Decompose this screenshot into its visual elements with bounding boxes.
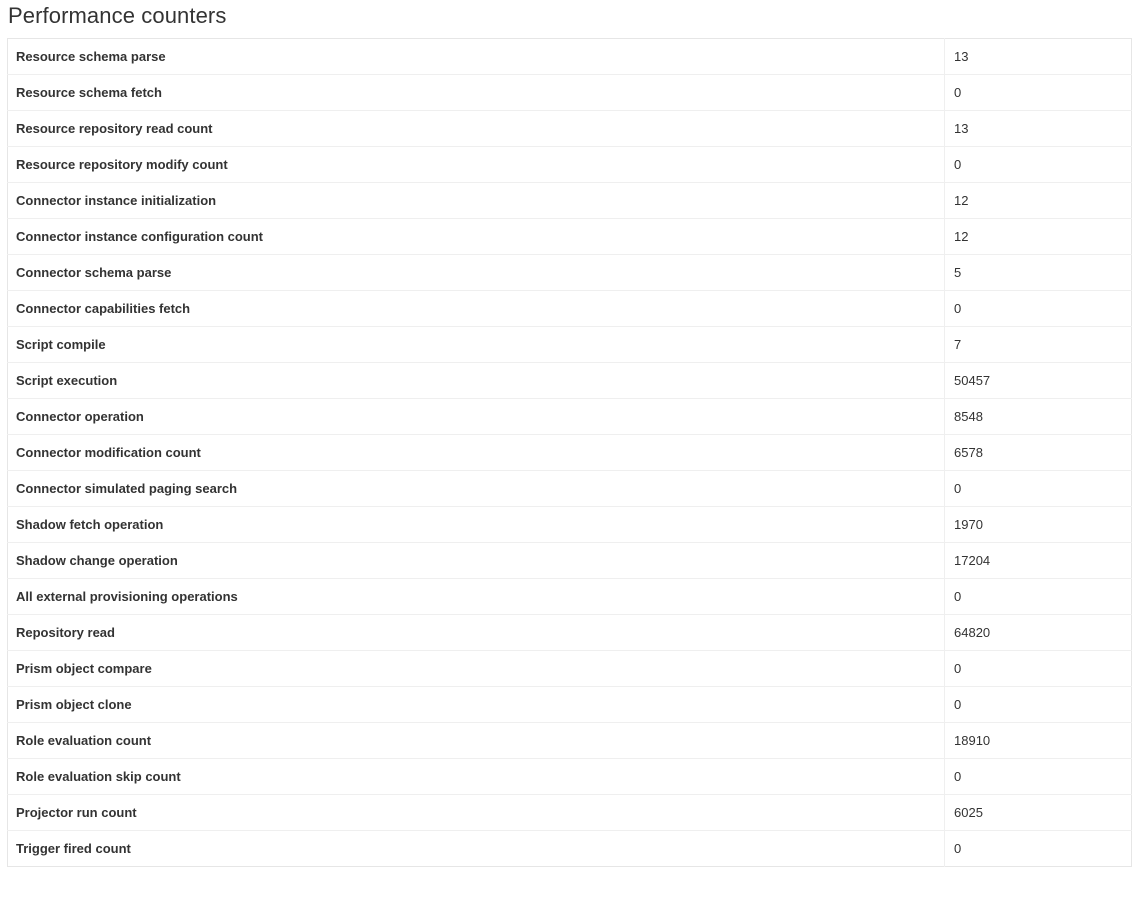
counter-label: Resource schema parse <box>16 49 166 64</box>
counter-value: 7 <box>944 326 1132 363</box>
counter-label: Resource schema fetch <box>7 74 945 111</box>
table-row: Resource repository read count 13 <box>7 110 1132 147</box>
counter-value: 0 <box>944 290 1132 327</box>
counter-value: 18910 <box>944 722 1132 759</box>
counter-value: 0 <box>944 650 1132 687</box>
table-row: Role evaluation skip count 0 <box>7 758 1132 795</box>
table-row: Connector instance configuration count 12 <box>7 218 1132 255</box>
counter-value: 0 <box>944 74 1132 111</box>
counter-value: 0 <box>944 146 1132 183</box>
counter-label: Projector run count <box>7 794 945 831</box>
counter-value: 13 <box>944 110 1132 147</box>
counter-label: Prism object compare <box>7 650 945 687</box>
performance-counters-page: Performance counters Resource schema par… <box>0 0 1146 899</box>
table-row: Connector instance initialization 12 <box>7 182 1132 219</box>
counter-value: 6025 <box>944 794 1132 831</box>
counter-value: 0 <box>944 758 1132 795</box>
counter-label: Script execution <box>7 362 945 399</box>
counter-label: Connector operation <box>7 398 945 435</box>
counter-value: 6578 <box>944 434 1132 471</box>
counter-label: Connector instance configuration count <box>7 218 945 255</box>
table-row: Projector run count 6025 <box>7 794 1132 831</box>
table-row: All external provisioning operations 0 <box>7 578 1132 615</box>
table-row: Connector capabilities fetch 0 <box>7 290 1132 327</box>
counter-value: 8548 <box>944 398 1132 435</box>
counter-value: 1970 <box>944 506 1132 543</box>
counter-label: Connector simulated paging search <box>7 470 945 507</box>
counter-value: 0 <box>944 830 1132 867</box>
counter-label: Repository read <box>7 614 945 651</box>
counter-label: Prism object clone <box>7 686 945 723</box>
counter-rows: Resource schema parse 13 Resource schema f… <box>7 38 1132 867</box>
counter-label: Connector instance initialization <box>7 182 945 219</box>
counter-label: Shadow fetch operation <box>7 506 945 543</box>
counter-label: Role evaluation count <box>7 722 945 759</box>
counter-value: 0 <box>944 470 1132 507</box>
counter-label: Connector modification count <box>7 434 945 471</box>
table-row: Script execution 50457 <box>7 362 1132 399</box>
table-row: Connector simulated paging search 0 <box>7 470 1132 507</box>
counter-label: Resource repository modify count <box>7 146 945 183</box>
table-row: Shadow change operation 17204 <box>7 542 1132 579</box>
table-row: Shadow fetch operation 1970 <box>7 506 1132 543</box>
counter-label: All external provisioning operations <box>7 578 945 615</box>
table-row: Script compile 7 <box>7 326 1132 363</box>
counter-label: Resource repository read count <box>7 110 945 147</box>
counter-label: Script compile <box>7 326 945 363</box>
table-row: Repository read 64820 <box>7 614 1132 651</box>
table-row: Prism object clone 0 <box>7 686 1132 723</box>
table-row: Resource schema parse 13 <box>8 38 1132 75</box>
table-row: Prism object compare 0 <box>7 650 1132 687</box>
table-row: Connector operation 8548 <box>7 398 1132 435</box>
counter-label: Role evaluation skip count <box>7 758 945 795</box>
performance-counters-table: Resource schema parse 13 Resource schema f… <box>7 38 1132 867</box>
table-row: Trigger fired count 0 <box>7 830 1132 867</box>
table-row: Connector schema parse 5 <box>7 254 1132 291</box>
table-row: Role evaluation count 18910 <box>7 722 1132 759</box>
table-row: Resource repository modify count 0 <box>7 146 1132 183</box>
counter-value: 13 <box>944 38 1132 75</box>
table-row: Connector modification count 6578 <box>7 434 1132 471</box>
table-row: Resource schema fetch 0 <box>7 74 1132 111</box>
counter-value: 0 <box>944 686 1132 723</box>
counter-value: 5 <box>944 254 1132 291</box>
counter-value: 12 <box>944 218 1132 255</box>
counter-value: 12 <box>944 182 1132 219</box>
counter-label: Connector capabilities fetch <box>7 290 945 327</box>
counter-label: Shadow change operation <box>7 542 945 579</box>
counter-value: 0 <box>944 578 1132 615</box>
counter-label: Trigger fired count <box>7 830 945 867</box>
counter-label: Connector schema parse <box>7 254 945 291</box>
page-title: Performance counters <box>8 3 227 28</box>
counter-value: 50457 <box>944 362 1132 399</box>
counter-value: 64820 <box>944 614 1132 651</box>
counter-value: 17204 <box>944 542 1132 579</box>
